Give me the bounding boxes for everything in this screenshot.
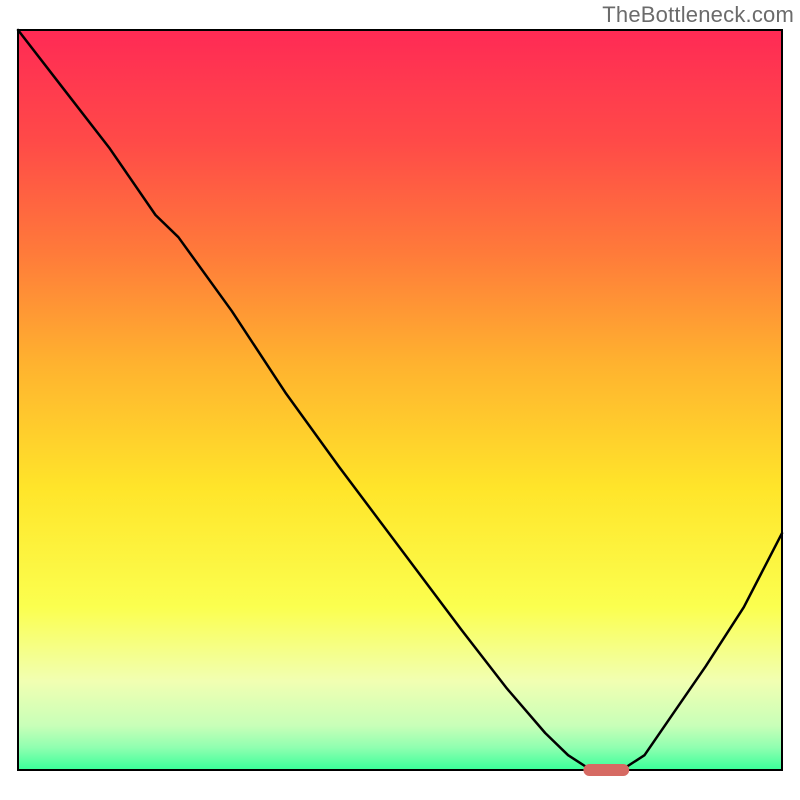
- chart-svg: [0, 0, 800, 800]
- optimal-zone-marker: [583, 764, 629, 776]
- axes-box: [18, 30, 782, 770]
- chart-container: TheBottleneck.com: [0, 0, 800, 800]
- gradient-background: [18, 30, 782, 770]
